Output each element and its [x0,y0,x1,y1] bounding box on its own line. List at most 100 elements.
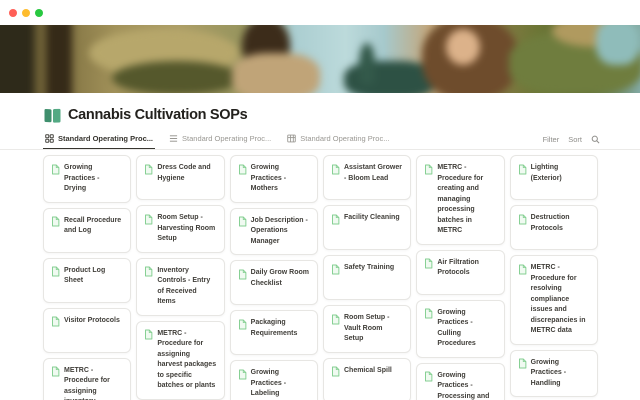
gallery-card[interactable]: Product Log Sheet [43,258,131,303]
filter-button[interactable]: Filter [543,135,560,144]
page-icon [424,164,433,175]
gallery-card[interactable]: Growing Practices - Drying [43,155,131,203]
page-icon [424,371,433,382]
card-title: Growing Practices - Drying [64,163,123,195]
card-title: Visitor Protocols [64,316,120,327]
page-icon [238,369,247,380]
gallery-column: Dress Code and Hygiene Room Setup - Harv… [136,155,224,400]
tab-label: Standard Operating Proc... [58,134,153,143]
gallery-card[interactable]: Packaging Requirements [230,310,318,355]
page-header: Cannabis Cultivation SOPs [0,93,640,123]
card-title: Growing Practices - Culling Procedures [437,308,496,350]
page-icon [51,164,60,175]
gallery-card[interactable]: Recall Procedure and Log [43,208,131,253]
gallery-card[interactable]: Growing Practices - Mothers [230,155,318,203]
search-button[interactable] [591,135,600,144]
gallery-column: Growing Practices - Mothers Job Descript… [230,155,318,400]
card-title: Lighting (Exterior) [531,163,590,184]
gallery-card[interactable]: Visitor Protocols [43,308,131,353]
minimize-window-button[interactable] [22,9,30,17]
gallery-card[interactable]: METRC - Procedure for creating and manag… [416,155,504,245]
tab-table-view[interactable]: Standard Operating Proc... [285,131,391,149]
gallery-card[interactable]: Lighting (Exterior) [510,155,598,200]
card-title: Destruction Protocols [531,213,590,234]
magnifier-icon [591,135,600,144]
gallery-card[interactable]: Chemical Spill [323,358,411,400]
page-icon [518,358,527,369]
gallery-card[interactable]: METRC - Procedure for assigning harvest … [136,321,224,400]
page-icon [144,214,153,225]
zoom-window-button[interactable] [35,9,43,17]
card-title: METRC - Procedure for resolving complian… [531,263,590,337]
page-icon [331,264,340,275]
gallery-column: Assistant Grower - Bloom Lead Facility C… [323,155,411,400]
gallery-card[interactable]: Dress Code and Hygiene [136,155,224,200]
list-view-icon [169,134,178,143]
gallery-card[interactable]: Growing Practices - Labeling [230,360,318,400]
gallery-card[interactable]: Assistant Grower - Bloom Lead [323,155,411,200]
cover-artwork [0,25,640,93]
card-title: Inventory Controls - Entry of Received I… [157,266,216,308]
gallery-card[interactable]: Growing Practices - Processing and Manuf… [416,363,504,400]
card-title: Air Filtration Protocols [437,258,496,279]
card-title: Growing Practices - Processing and Manuf… [437,371,496,400]
card-title: Job Description - Operations Manager [251,216,310,248]
page-icon [51,316,60,327]
page-icon [238,269,247,280]
page-icon [424,258,433,269]
page-cover-image [0,25,640,93]
card-title: Room Setup - Harvesting Room Setup [157,213,216,245]
page-icon [51,216,60,227]
gallery-card[interactable]: Room Setup - Harvesting Room Setup [136,205,224,253]
gallery-view-icon [45,134,54,143]
gallery-card[interactable]: Room Setup - Vault Room Setup [323,305,411,353]
page-icon [144,164,153,175]
card-title: Facility Cleaning [344,213,400,224]
gallery-card[interactable]: Growing Practices - Culling Procedures [416,300,504,358]
gallery-card[interactable]: Daily Grow Room Checklist [230,260,318,305]
page-icon [238,319,247,330]
gallery-card[interactable]: Air Filtration Protocols [416,250,504,295]
gallery-card[interactable]: Destruction Protocols [510,205,598,250]
page-icon [518,164,527,175]
close-window-button[interactable] [9,9,17,17]
gallery-card[interactable]: Safety Training [323,255,411,300]
notion-window: Cannabis Cultivation SOPs Standard Opera… [0,0,640,400]
card-title: Growing Practices - Mothers [251,163,310,195]
page-icon [424,308,433,319]
card-title: Product Log Sheet [64,266,123,287]
card-title: Recall Procedure and Log [64,216,123,237]
gallery-card[interactable]: Inventory Controls - Entry of Received I… [136,258,224,316]
card-title: Assistant Grower - Bloom Lead [344,163,403,184]
card-title: Safety Training [344,263,394,274]
page-icon [51,266,60,277]
card-title: METRC - Procedure for creating and manag… [437,163,496,237]
card-title: Chemical Spill [344,366,392,377]
gallery-card[interactable]: Facility Cleaning [323,205,411,250]
card-title: Dress Code and Hygiene [157,163,216,184]
gallery-card[interactable]: Job Description - Operations Manager [230,208,318,256]
green-books-icon [44,108,61,123]
gallery-column: Lighting (Exterior) Destruction Protocol… [510,155,598,400]
tab-gallery-view[interactable]: Standard Operating Proc... [43,131,155,149]
page-icon [518,264,527,275]
page-icon [144,329,153,340]
page-icon [331,214,340,225]
card-title: Growing Practices - Labeling [251,368,310,400]
sort-button[interactable]: Sort [568,135,582,144]
tab-label: Standard Operating Proc... [182,134,271,143]
page-icon [238,164,247,175]
tab-label: Standard Operating Proc... [300,134,389,143]
gallery-card[interactable]: Growing Practices - Handling [510,350,598,398]
page-icon [144,266,153,277]
page-title: Cannabis Cultivation SOPs [68,107,247,123]
gallery-card[interactable]: METRC - Procedure for resolving complian… [510,255,598,345]
page-icon [518,214,527,225]
window-titlebar [0,0,640,25]
tab-list-view[interactable]: Standard Operating Proc... [167,131,273,149]
gallery-card[interactable]: METRC - Procedure for assigning inventor… [43,358,131,400]
page-icon [331,164,340,175]
page-icon [238,216,247,227]
card-title: Growing Practices - Handling [531,358,590,390]
gallery-column: METRC - Procedure for creating and manag… [416,155,504,400]
